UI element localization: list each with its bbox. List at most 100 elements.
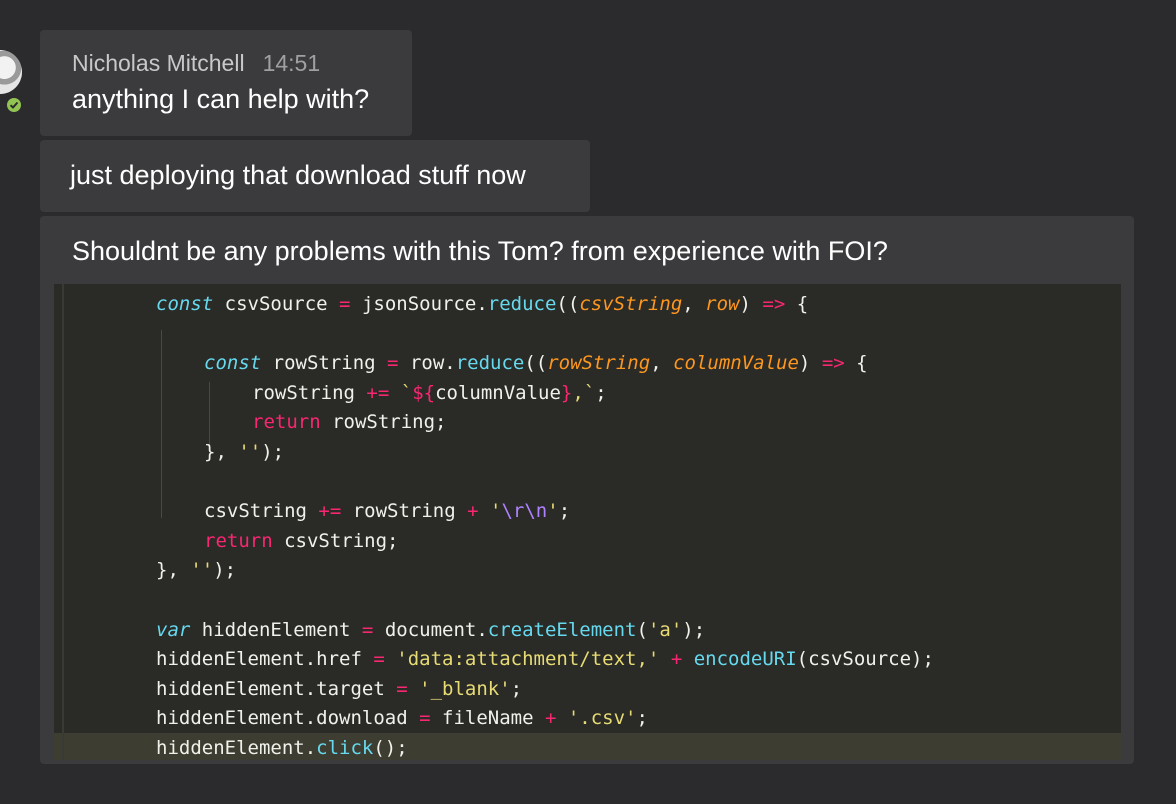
code-token: = xyxy=(387,352,399,375)
code-token: } xyxy=(560,381,573,404)
code-token: reduce xyxy=(487,293,557,315)
code-token: createElement xyxy=(487,618,637,641)
code-token: '_blank' xyxy=(419,677,511,700)
code-token: csvSource xyxy=(213,293,340,315)
code-token: ' xyxy=(547,500,559,523)
code-token: '' xyxy=(190,559,214,582)
code-token: reduce xyxy=(455,352,525,375)
code-token: rowString xyxy=(261,352,388,375)
code-token: ${ xyxy=(412,381,436,404)
code-token: ); xyxy=(682,618,706,641)
code-token: = xyxy=(396,677,408,700)
code-line: const csvSource = jsonSource.reduce((csv… xyxy=(156,289,808,319)
code-token: return xyxy=(252,411,321,434)
code-token: ; xyxy=(636,707,648,730)
code-token: 'data:attachment/text,' xyxy=(396,648,660,671)
code-token: rowString xyxy=(341,500,468,523)
code-token: ; xyxy=(595,381,607,404)
code-token: (( xyxy=(556,293,580,315)
code-token: csvString xyxy=(204,500,319,523)
code-line: hiddenElement.target = '_blank'; xyxy=(156,674,522,704)
message-text: anything I can help with? xyxy=(72,84,370,114)
code-token: ( xyxy=(636,618,648,641)
code-token: = xyxy=(339,293,351,315)
code-token: ` xyxy=(400,381,413,404)
code-token: , xyxy=(650,352,674,375)
code-token: ' xyxy=(490,500,502,523)
code-token: ) xyxy=(798,352,822,375)
code-token: '.csv' xyxy=(567,707,637,730)
code-token: hiddenElement. xyxy=(156,737,317,759)
avatar[interactable] xyxy=(0,50,23,114)
code-line: return csvString; xyxy=(204,526,398,556)
code-token: + xyxy=(670,648,683,671)
code-token: += xyxy=(318,500,342,523)
code-token: 'a' xyxy=(647,618,683,641)
code-token: = xyxy=(419,707,431,730)
code-screenshot-image[interactable]: const csvSource = jsonSource.reduce((csv… xyxy=(54,284,1121,760)
code-token: row. xyxy=(398,352,456,375)
code-line: return rowString; xyxy=(252,407,446,437)
code-token: jsonSource. xyxy=(350,293,488,315)
indent-guide xyxy=(161,330,162,518)
code-token: (csvSource); xyxy=(796,648,934,671)
author-name[interactable]: Nicholas Mitchell xyxy=(72,50,245,76)
code-token: document. xyxy=(373,618,488,641)
code-token: \r\n xyxy=(501,500,548,523)
code-token: = xyxy=(361,618,374,641)
code-token: ; xyxy=(558,500,571,523)
code-token: csvString; xyxy=(272,529,399,552)
code-token: { xyxy=(785,293,809,315)
code-line: var hiddenElement = document.createEleme… xyxy=(156,615,705,645)
code-token: columnValue xyxy=(673,352,799,375)
code-token: columnValue xyxy=(435,381,561,404)
code-line: }, ''); xyxy=(204,437,284,467)
code-token: }, xyxy=(204,441,239,463)
code-token: rowString xyxy=(252,381,367,404)
message-bubble[interactable]: Shouldnt be any problems with this Tom? … xyxy=(40,216,1134,764)
code-line: rowString += `${columnValue},`; xyxy=(252,378,607,408)
code-token: csvString xyxy=(579,293,683,315)
code-token: fileName xyxy=(430,707,545,730)
code-token: => xyxy=(762,293,786,315)
code-token: (( xyxy=(524,352,548,375)
code-token: '' xyxy=(238,441,262,463)
code-token: hiddenElement xyxy=(190,618,362,641)
message-text: just deploying that download stuff now xyxy=(70,160,526,190)
code-token: click xyxy=(316,737,374,759)
code-token: rowString xyxy=(547,352,651,375)
code-token: const xyxy=(156,293,214,315)
code-token: ,` xyxy=(572,381,596,404)
code-line: }, ''); xyxy=(156,555,236,585)
code-line: hiddenElement.download = fileName + '.cs… xyxy=(156,703,648,733)
message-bubble[interactable]: just deploying that download stuff now xyxy=(40,140,590,212)
code-token: hiddenElement.href xyxy=(156,648,374,671)
message-timestamp: 14:51 xyxy=(262,50,321,76)
code-line: hiddenElement.href = 'data:attachment/te… xyxy=(156,644,934,674)
code-token: , xyxy=(682,293,706,315)
code-token: var xyxy=(156,618,191,641)
status-available-icon xyxy=(5,96,23,114)
code-line: const rowString = row.reduce((rowString,… xyxy=(204,348,868,378)
code-token: return xyxy=(204,529,273,552)
code-token: ); xyxy=(261,441,285,463)
message-text: Shouldnt be any problems with this Tom? … xyxy=(72,236,888,266)
code-token: hiddenElement.download xyxy=(156,707,420,730)
code-token: ); xyxy=(213,559,237,582)
code-token: ) xyxy=(739,293,763,315)
code-gutter xyxy=(62,284,64,760)
code-token: => xyxy=(821,352,845,375)
code-token: rowString; xyxy=(320,411,447,434)
message-header: Nicholas Mitchell 14:51 xyxy=(72,50,320,77)
code-token: { xyxy=(844,352,868,375)
message-bubble[interactable]: Nicholas Mitchell 14:51 anything I can he… xyxy=(40,30,412,136)
code-line: csvString += rowString + '\r\n'; xyxy=(204,496,570,526)
code-line: hiddenElement.click(); xyxy=(156,733,408,760)
code-token: hiddenElement.target xyxy=(156,677,397,700)
